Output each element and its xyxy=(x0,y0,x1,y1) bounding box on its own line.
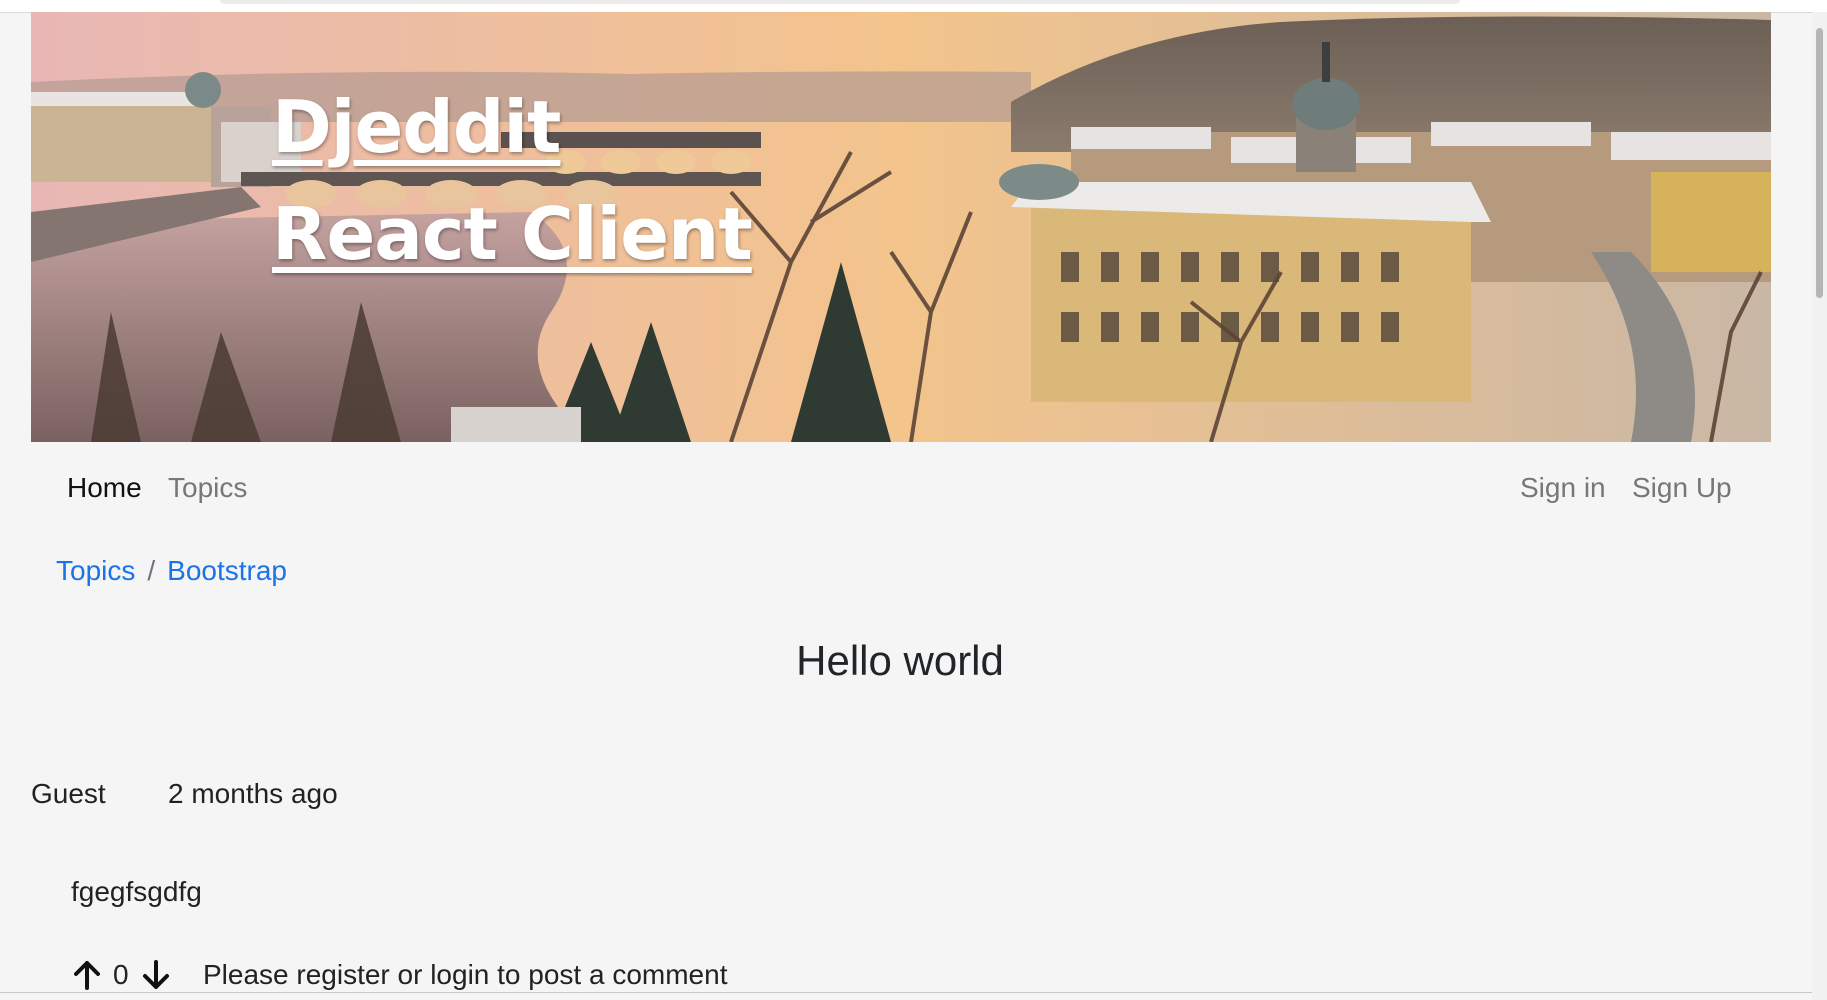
breadcrumb-separator: / xyxy=(147,555,156,586)
header-banner: Djeddit React Client xyxy=(31,12,1771,442)
breadcrumb-bootstrap-link[interactable]: Bootstrap xyxy=(167,555,287,586)
page-scrollbar[interactable] xyxy=(1812,12,1827,1000)
breadcrumb: Topics / Bootstrap xyxy=(56,555,287,587)
nav-sign-up-link[interactable]: Sign Up xyxy=(1632,472,1732,504)
post-title: Hello world xyxy=(796,637,1004,684)
comment-login-prompt: Please register or login to post a comme… xyxy=(203,959,728,990)
arrow-down-icon[interactable] xyxy=(141,960,171,990)
bottom-divider xyxy=(0,992,1812,993)
breadcrumb-topics-link[interactable]: Topics xyxy=(56,555,135,586)
vote-score: 0 xyxy=(113,959,129,990)
arrow-up-icon[interactable] xyxy=(72,960,102,990)
site-title-link[interactable]: Djeddit xyxy=(272,91,561,163)
browser-tab-strip xyxy=(220,0,1460,4)
scrollbar-thumb[interactable] xyxy=(1816,28,1823,298)
post-author: Guest xyxy=(31,778,106,809)
nav-sign-in-link[interactable]: Sign in xyxy=(1520,472,1606,504)
site-subtitle-link[interactable]: React Client xyxy=(272,198,753,270)
post-timestamp: 2 months ago xyxy=(168,778,338,809)
post-body-text: fgegfsgdfg xyxy=(71,876,202,907)
nav-topics-link[interactable]: Topics xyxy=(168,472,247,504)
main-navbar: Home Topics Sign in Sign Up xyxy=(31,448,1771,528)
nav-home-link[interactable]: Home xyxy=(67,472,142,504)
